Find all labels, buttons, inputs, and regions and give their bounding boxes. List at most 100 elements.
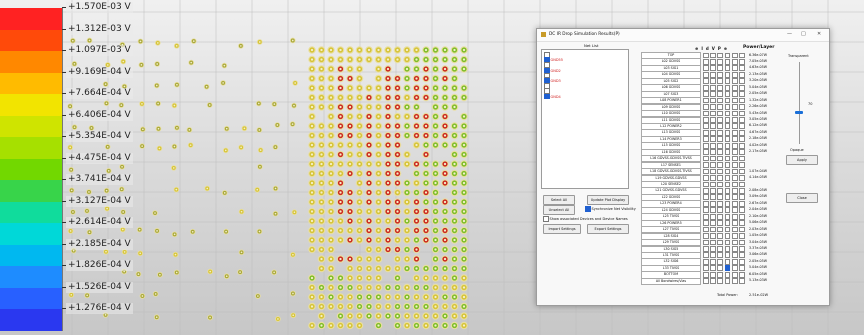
layer-checkbox[interactable] [717,91,724,97]
layer-checkbox[interactable] [731,123,738,130]
layer-checkbox[interactable] [717,162,724,168]
layer-checkboxes[interactable] [703,168,746,175]
layer-checkbox[interactable] [738,207,745,214]
net-list-item[interactable]: GND4 [544,93,561,100]
layer-checkbox[interactable] [710,136,716,143]
layer-checkbox[interactable] [738,181,745,188]
layer-checkbox[interactable] [724,110,731,117]
layer-checkbox[interactable] [738,136,745,143]
layer-checkbox[interactable] [703,213,709,220]
layer-checkbox[interactable] [738,175,745,181]
layer-checkbox[interactable] [710,278,716,285]
layer-checkboxes[interactable] [703,200,746,207]
layer-checkbox[interactable] [738,84,745,91]
layer-checkbox[interactable] [724,175,731,181]
layer-checkbox[interactable] [710,71,716,78]
layer-checkbox[interactable] [738,162,745,168]
layer-checkbox[interactable] [724,149,731,156]
layer-checkbox[interactable] [738,123,745,130]
minimize-icon[interactable]: — [787,31,792,37]
layer-checkbox[interactable] [717,129,724,136]
layer-checkbox[interactable] [738,104,745,110]
layer-checkboxes[interactable] [703,71,746,78]
layer-checkbox[interactable] [710,58,716,65]
layer-checkbox[interactable] [731,194,738,201]
layer-checkbox[interactable] [731,258,738,265]
layer-checkbox[interactable] [738,278,745,285]
layer-checkbox[interactable] [731,246,738,252]
update-plot-button[interactable]: Update Plot Display [587,195,629,205]
layer-checkbox[interactable] [724,226,731,233]
layer-checkbox[interactable] [710,117,716,123]
layer-checkbox[interactable] [703,52,709,59]
layer-checkbox[interactable] [703,117,709,123]
layer-checkbox[interactable] [710,207,716,214]
layer-checkbox[interactable] [738,91,745,97]
layer-checkbox[interactable] [717,71,724,78]
layer-checkbox[interactable] [717,233,724,239]
layer-checkbox[interactable] [710,155,716,162]
layer-checkboxes[interactable] [703,123,746,130]
import-settings-button[interactable]: Import Settings [543,224,581,234]
layer-checkbox[interactable] [724,123,731,130]
layer-checkbox[interactable] [717,149,724,156]
layer-checkbox[interactable] [724,213,731,220]
layer-checkbox[interactable] [724,104,731,110]
layer-checkbox[interactable] [703,258,709,265]
net-list[interactable]: GND55 GND2 GND3 GND4 [541,49,629,189]
layer-checkbox[interactable] [738,117,745,123]
layer-checkbox[interactable] [703,226,709,233]
select-all-button[interactable]: Select All [543,195,575,205]
layer-checkbox[interactable] [717,213,724,220]
layer-checkbox[interactable] [738,110,745,117]
layer-checkbox[interactable] [738,187,745,194]
layer-checkbox[interactable] [703,278,709,285]
layer-checkbox[interactable] [731,200,738,207]
layer-checkbox[interactable] [710,246,716,252]
layer-checkbox[interactable] [717,239,724,246]
layer-checkboxes[interactable] [703,226,746,233]
layer-checkbox[interactable] [731,129,738,136]
layer-checkbox[interactable] [731,58,738,65]
layer-checkbox[interactable] [738,71,745,78]
layer-checkbox[interactable] [717,278,724,285]
layer-checkbox[interactable] [710,200,716,207]
layer-checkbox[interactable] [738,97,745,104]
layer-checkbox[interactable] [738,220,745,226]
layer-checkbox[interactable] [703,142,709,149]
layer-checkbox[interactable] [724,84,731,91]
layer-checkbox[interactable] [703,71,709,78]
layer-checkbox[interactable] [703,246,709,252]
layer-checkboxes[interactable] [703,246,746,252]
layer-checkbox[interactable] [710,213,716,220]
layer-checkbox[interactable] [731,271,738,278]
layer-checkbox[interactable] [738,142,745,149]
layer-checkboxes[interactable] [703,58,746,65]
layer-checkbox[interactable] [717,271,724,278]
layer-checkbox[interactable] [724,246,731,252]
layer-checkbox[interactable] [724,265,731,272]
layer-checkbox[interactable] [717,181,724,188]
ir-drop-viewport[interactable]: +1.570E-03 V +1.312E-03 V +1.097E-03 V +9.1… [0,0,864,335]
layer-checkbox[interactable] [710,168,716,175]
layer-checkboxes[interactable] [703,265,746,272]
layer-checkbox[interactable] [731,78,738,85]
layer-checkbox[interactable] [710,181,716,188]
layer-checkbox[interactable] [710,233,716,239]
layer-checkbox[interactable] [731,91,738,97]
layer-checkbox[interactable] [738,239,745,246]
layer-checkbox[interactable] [717,117,724,123]
layer-checkboxes[interactable] [703,129,746,136]
layer-checkbox[interactable] [710,91,716,97]
layer-checkbox[interactable] [738,155,745,162]
layer-checkbox[interactable] [731,97,738,104]
layer-checkbox[interactable] [717,142,724,149]
layer-checkboxes[interactable] [703,65,746,72]
layer-checkbox[interactable] [703,200,709,207]
layer-checkbox[interactable] [724,207,731,214]
layer-checkbox[interactable] [731,149,738,156]
layer-checkbox[interactable] [731,187,738,194]
layer-checkboxes[interactable] [703,91,746,97]
layer-checkbox[interactable] [703,155,709,162]
layer-checkbox[interactable] [717,252,724,259]
